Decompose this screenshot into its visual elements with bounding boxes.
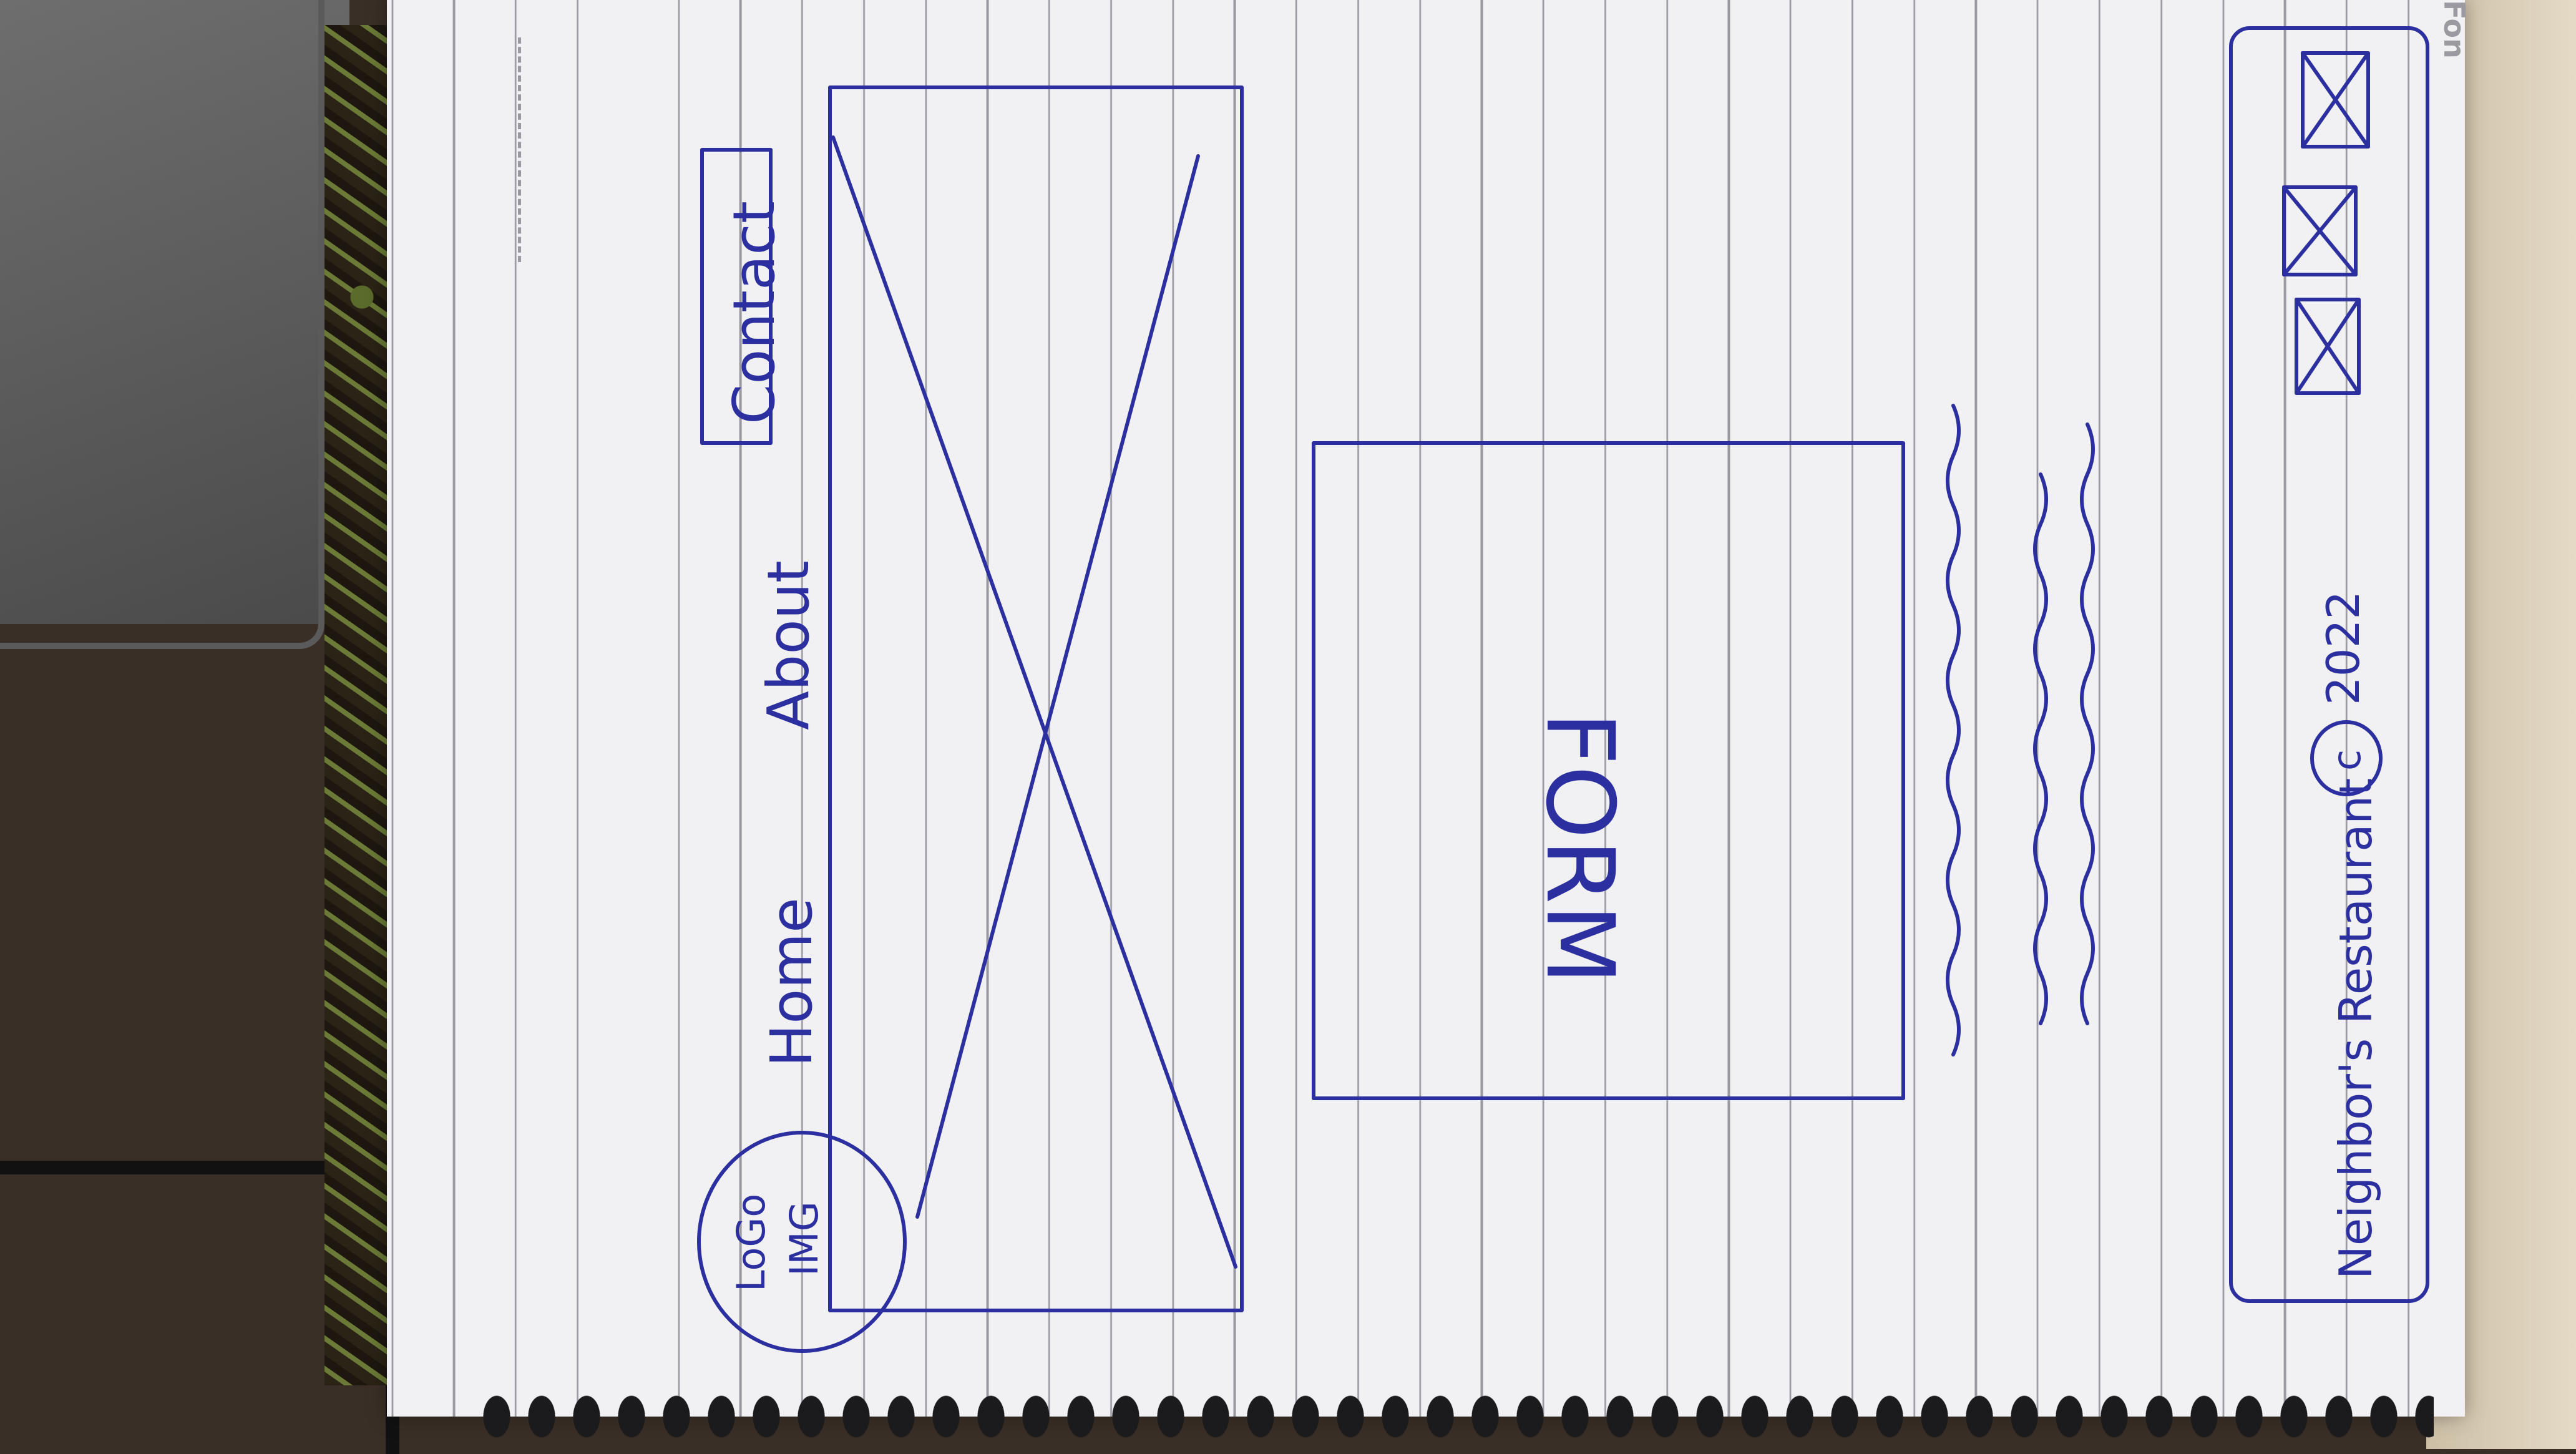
text-placeholder-line-3	[2080, 422, 2095, 1025]
logo-text-line1: LoGo	[728, 1194, 774, 1292]
nav-home-link[interactable]: Home	[758, 897, 825, 1067]
text-placeholder-line-1	[1946, 404, 1961, 1056]
hero-cross-line-2	[915, 154, 1200, 1219]
nav-contact-button[interactable]: Contact	[721, 201, 788, 424]
text-placeholder-line-2	[2033, 472, 2048, 1025]
hero-cross-line-1	[831, 135, 1237, 1269]
wireframe-sketch: LoGo IMG Home About Contact FORM Neighbo…	[697, 26, 2429, 1353]
footer-restaurant-name: Neighbor's Restaurant	[2330, 778, 2382, 1279]
copyright-symbol: c	[2324, 749, 2369, 771]
hero-image-placeholder	[828, 85, 1244, 1312]
nav-about-link[interactable]: About	[755, 560, 822, 730]
footer-year: 2022	[2317, 591, 2369, 705]
logo-text-line2: IMG	[781, 1201, 827, 1276]
form-label: FORM	[1525, 711, 1634, 985]
